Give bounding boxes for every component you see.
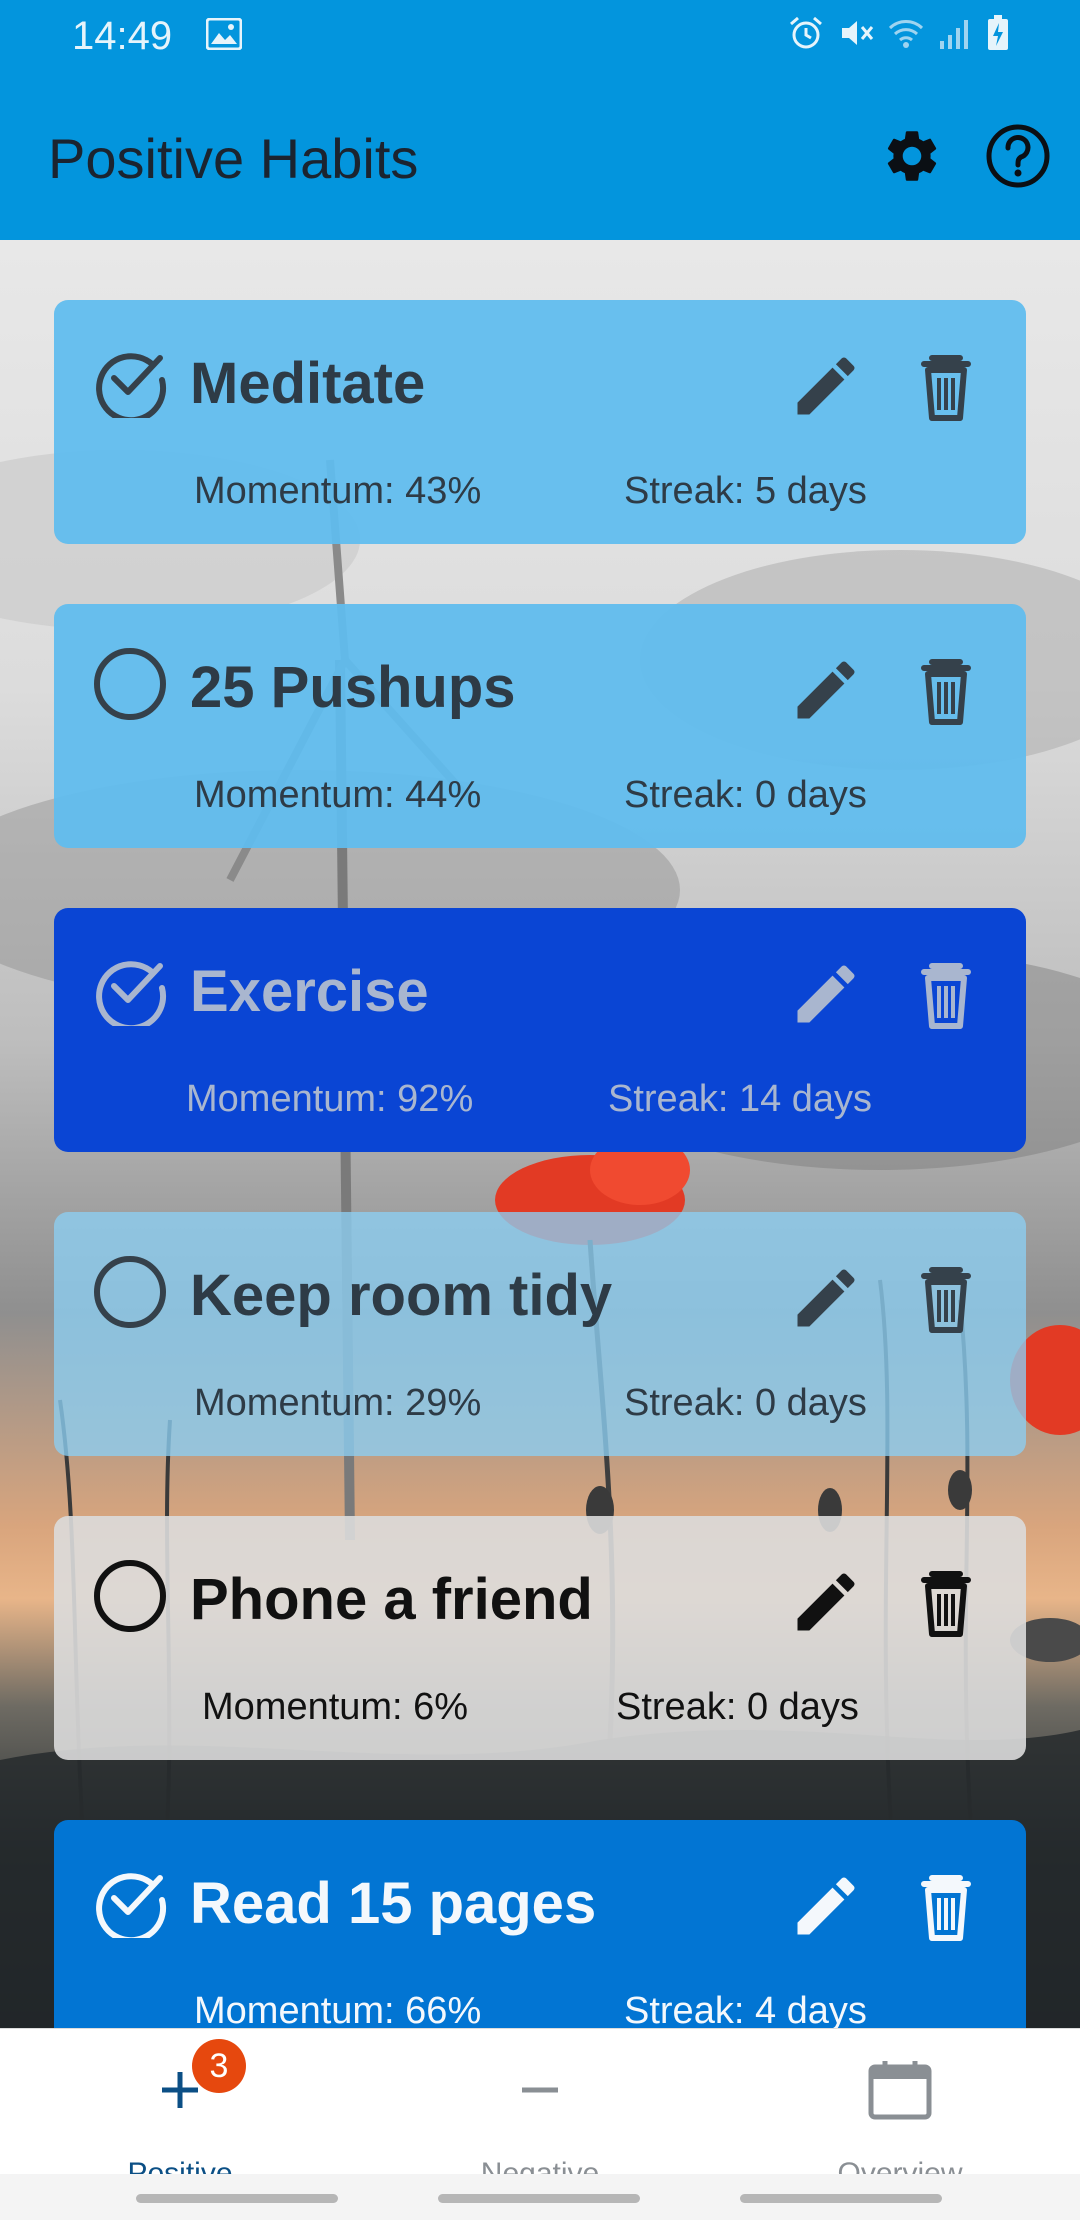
battery-charging-icon	[988, 15, 1008, 50]
settings-button[interactable]	[878, 122, 946, 190]
pencil-icon[interactable]	[788, 1564, 864, 1640]
pencil-icon[interactable]	[788, 1868, 864, 1944]
pencil-icon[interactable]	[788, 1260, 864, 1336]
momentum-text: Momentum: 66%	[194, 1990, 482, 2032]
minus-icon	[505, 2055, 575, 2125]
streak-text: Streak: 4 days	[624, 1990, 867, 2032]
status-bar: 14:49	[0, 0, 1080, 72]
habit-card[interactable]: 25 Pushups Momentum: 44% Streak: 0 days	[54, 604, 1026, 848]
momentum-text: Momentum: 44%	[194, 774, 482, 816]
checked-circle-icon[interactable]	[92, 1862, 168, 1938]
vibrate-mute-icon	[842, 21, 874, 45]
momentum-text: Momentum: 92%	[186, 1078, 474, 1120]
habit-card[interactable]: Meditate Momentum: 43% Streak: 5 days	[54, 300, 1026, 544]
status-time: 14:49	[72, 14, 173, 58]
gear-icon	[887, 131, 937, 181]
trash-icon[interactable]	[908, 956, 984, 1032]
recent-apps-handle[interactable]	[136, 2194, 338, 2203]
streak-text: Streak: 0 days	[624, 1382, 867, 1424]
pencil-icon[interactable]	[788, 348, 864, 424]
streak-text: Streak: 14 days	[608, 1078, 873, 1120]
pencil-icon[interactable]	[788, 652, 864, 728]
status-icons	[788, 14, 1010, 52]
alarm-icon	[790, 16, 822, 49]
back-handle[interactable]	[740, 2194, 942, 2203]
habit-name: Keep room tidy	[190, 1263, 613, 1328]
habit-name: Exercise	[190, 959, 429, 1024]
streak-text: Streak: 0 days	[616, 1686, 859, 1728]
empty-circle-icon[interactable]	[92, 1254, 168, 1330]
trash-icon[interactable]	[908, 348, 984, 424]
home-handle[interactable]	[438, 2194, 640, 2203]
notification-badge: 3	[192, 2039, 246, 2093]
tab-overview[interactable]: Overview	[720, 2029, 1080, 2190]
checked-circle-icon[interactable]	[92, 342, 168, 418]
trash-icon[interactable]	[908, 1260, 984, 1336]
image-icon	[206, 18, 242, 50]
habit-name: 25 Pushups	[190, 655, 516, 720]
trash-icon[interactable]	[908, 1868, 984, 1944]
habit-card[interactable]: Keep room tidy Momentum: 29% Streak: 0 d…	[54, 1212, 1026, 1456]
habit-name: Phone a friend	[190, 1567, 593, 1632]
calendar-icon	[865, 2055, 935, 2125]
wifi-icon	[888, 20, 924, 48]
momentum-text: Momentum: 29%	[194, 1382, 482, 1424]
trash-icon[interactable]	[908, 652, 984, 728]
momentum-text: Momentum: 6%	[202, 1686, 469, 1728]
momentum-text: Momentum: 43%	[194, 470, 482, 512]
empty-circle-icon[interactable]	[92, 646, 168, 722]
tab-positive[interactable]: 3 Positive	[0, 2029, 360, 2190]
streak-text: Streak: 5 days	[624, 470, 867, 512]
empty-circle-icon[interactable]	[92, 1558, 168, 1634]
checked-circle-icon[interactable]	[92, 950, 168, 1026]
habit-card[interactable]: Phone a friend Momentum: 6% Streak: 0 da…	[54, 1516, 1026, 1760]
help-button[interactable]	[984, 122, 1052, 190]
trash-icon[interactable]	[908, 1564, 984, 1640]
habit-name: Read 15 pages	[190, 1871, 597, 1936]
app-bar: Positive Habits	[0, 72, 1080, 240]
pencil-icon[interactable]	[788, 956, 864, 1032]
bottom-navigation: 3 Positive Negative Overview	[0, 2028, 1080, 2190]
signal-icon	[940, 20, 968, 49]
habit-name: Meditate	[190, 351, 426, 416]
tab-negative[interactable]: Negative	[360, 2029, 720, 2190]
page-title: Positive Habits	[48, 127, 419, 190]
system-gesture-bar	[0, 2174, 1080, 2220]
help-icon	[986, 124, 1050, 188]
habit-card[interactable]: Exercise Momentum: 92% Streak: 14 days	[54, 908, 1026, 1152]
streak-text: Streak: 0 days	[624, 774, 867, 816]
